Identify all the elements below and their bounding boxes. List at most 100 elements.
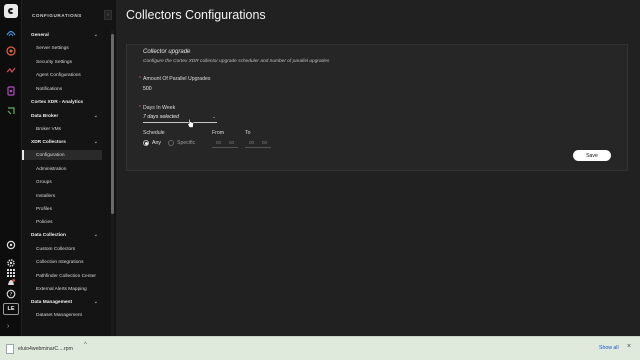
sidebar-item-label: Policies [36, 219, 53, 225]
sidebar-item-label: Broker VMs [36, 126, 62, 132]
card-subtitle: Configure the Cortex XDR collector upgra… [143, 59, 330, 64]
bell-icon[interactable] [5, 278, 17, 288]
chevron-down-icon: ⌄ [212, 114, 216, 119]
to-label: To [245, 130, 251, 136]
download-options-chevron-icon[interactable]: ^ [84, 342, 87, 348]
download-item[interactable]: eluio4webminarC....rpm [6, 342, 73, 356]
sidebar-item-label: Configuration [36, 152, 65, 158]
days-in-week-select[interactable]: 7 days selected ⌄ [143, 114, 217, 123]
grid-icon[interactable] [5, 268, 17, 278]
sidebar-scrollbar-thumb[interactable] [111, 34, 114, 214]
sidebar-section-data-management[interactable]: Data Management ⌄ [22, 297, 108, 307]
sidebar-item-label: Agent Configurations [36, 72, 81, 78]
incident-icon[interactable] [5, 86, 17, 96]
page-title: Collectors Configurations [126, 8, 266, 22]
radio-selected-icon [143, 140, 149, 146]
schedule-label: Schedule [143, 130, 165, 136]
svg-text:?: ? [10, 292, 13, 298]
sidebar-section-cortex-analytics[interactable]: Cortex XDR - Analytics [22, 97, 108, 107]
close-download-bar-icon[interactable]: × [627, 343, 631, 350]
save-button[interactable]: Save [573, 150, 611, 161]
sidebar-item-label: Notifications [36, 86, 63, 92]
help-circle-icon[interactable] [5, 240, 17, 250]
sidebar-section-label: XDR Collectors [31, 139, 66, 145]
chevron-down-icon: ⌄ [93, 232, 98, 238]
icon-rail: ? LE › [0, 0, 22, 336]
sidebar-item-external-alerts-mapping[interactable]: External Alerts Mapping [22, 284, 108, 294]
show-all-link[interactable]: Show all [599, 345, 619, 351]
schedule-specific-radio[interactable]: Specific [168, 140, 195, 146]
to-hours: 00 [248, 140, 255, 146]
collector-upgrade-card: Collector upgrade Configure the Cortex X… [126, 44, 628, 171]
fingerprint-icon[interactable] [5, 28, 17, 38]
sidebar-item-configuration[interactable]: Configuration [22, 150, 102, 160]
days-in-week-label-text: Days In Week [143, 105, 176, 111]
parallel-upgrades-label-text: Amount Of Parallel Upgrades [143, 76, 211, 82]
main-content: Collectors Configurations Collector upgr… [116, 0, 640, 336]
sidebar-item-label: External Alerts Mapping [36, 286, 87, 292]
sidebar-item-custom-collectors[interactable]: Custom Collectors [22, 244, 108, 254]
sidebar-section-general[interactable]: General ⌄ [22, 30, 108, 40]
gear-icon[interactable] [5, 258, 17, 268]
sidebar-item-profiles[interactable]: Profiles [22, 204, 108, 214]
sidebar-item-label: Collection Integrations [36, 259, 84, 265]
days-in-week-value: 7 days selected [143, 114, 180, 120]
expand-rail-icon[interactable]: › [7, 323, 9, 330]
download-bar: eluio4webminarC....rpm ^ Show all × [0, 336, 640, 360]
from-time-input[interactable]: 00 00 [212, 139, 238, 148]
sidebar-section-label: Data Collection [31, 232, 66, 238]
assets-icon[interactable] [5, 106, 17, 116]
sidebar-item-agent-configurations[interactable]: Agent Configurations [22, 70, 108, 80]
chevron-down-icon: ⌄ [93, 32, 98, 38]
download-filename: eluio4webminarC....rpm [18, 346, 73, 352]
sidebar-item-dataset-management[interactable]: Dataset Management [22, 310, 108, 320]
chevron-down-icon: ⌄ [93, 139, 98, 145]
sidebar-item-notifications[interactable]: Notifications [22, 84, 108, 94]
sidebar-item-security-settings[interactable]: Security Settings [22, 57, 108, 67]
parallel-upgrades-input[interactable]: 500 [143, 86, 152, 92]
sidebar-section-label: Data Broker [31, 113, 59, 119]
sidebar-item-label: Dataset Management [36, 312, 82, 318]
sidebar-section-data-collection[interactable]: Data Collection ⌄ [22, 230, 108, 240]
to-minutes: 00 [261, 140, 268, 146]
required-mark: * [139, 76, 142, 82]
sidebar-section-label: Data Management [31, 299, 73, 305]
sidebar-item-broker-vms[interactable]: Broker VMs [22, 124, 108, 134]
sidebar-item-label: Groups [36, 179, 52, 185]
configurations-sidebar: CONFIGURATIONS ‹ General ⌄ Server Settin… [22, 0, 116, 336]
sidebar-item-pathfinder-collection-center[interactable]: Pathfinder Collection Center [22, 271, 108, 281]
to-time-input[interactable]: 00 00 [245, 139, 271, 148]
investigation-icon[interactable] [5, 66, 17, 76]
sidebar-section-label: Cortex XDR - Analytics [31, 99, 84, 105]
sidebar-section-xdr-collectors[interactable]: XDR Collectors ⌄ [22, 137, 108, 147]
question-icon[interactable]: ? [5, 289, 17, 299]
shield-icon[interactable] [5, 46, 17, 56]
sidebar-item-label: Installers [36, 193, 56, 199]
sidebar-item-policies[interactable]: Policies [22, 217, 108, 227]
sidebar-item-label: Pathfinder Collection Center [36, 273, 96, 279]
from-minutes: 00 [228, 140, 235, 146]
schedule-any-radio[interactable]: Any [143, 140, 161, 146]
hand-cursor-icon [187, 119, 194, 128]
user-avatar[interactable]: LE [3, 303, 19, 315]
chevron-down-icon: ⌄ [93, 113, 98, 119]
sidebar-item-administration[interactable]: Administration [22, 164, 108, 174]
radio-label: Specific [177, 140, 196, 146]
chevron-down-icon: ⌄ [93, 299, 98, 305]
parallel-upgrades-label: * Amount Of Parallel Upgrades [139, 76, 211, 82]
sidebar-item-label: Profiles [36, 206, 52, 212]
app-window: ? LE › CONFIGURATIONS ‹ General ⌄ Server… [0, 0, 640, 336]
sidebar-item-groups[interactable]: Groups [22, 177, 108, 187]
file-icon [6, 344, 14, 354]
from-hours: 00 [215, 140, 222, 146]
sidebar-item-installers[interactable]: Installers [22, 191, 108, 201]
sidebar-item-label: Server Settings [36, 45, 69, 51]
sidebar-item-label: Administration [36, 166, 67, 172]
sidebar-section-data-broker[interactable]: Data Broker ⌄ [22, 111, 108, 121]
radio-unselected-icon [168, 140, 174, 146]
collapse-sidebar-button[interactable]: ‹ [104, 10, 112, 20]
sidebar-item-server-settings[interactable]: Server Settings [22, 43, 108, 53]
card-title: Collector upgrade [143, 49, 191, 55]
cortex-logo-icon[interactable] [4, 4, 18, 18]
sidebar-item-collection-integrations[interactable]: Collection Integrations [22, 257, 108, 267]
